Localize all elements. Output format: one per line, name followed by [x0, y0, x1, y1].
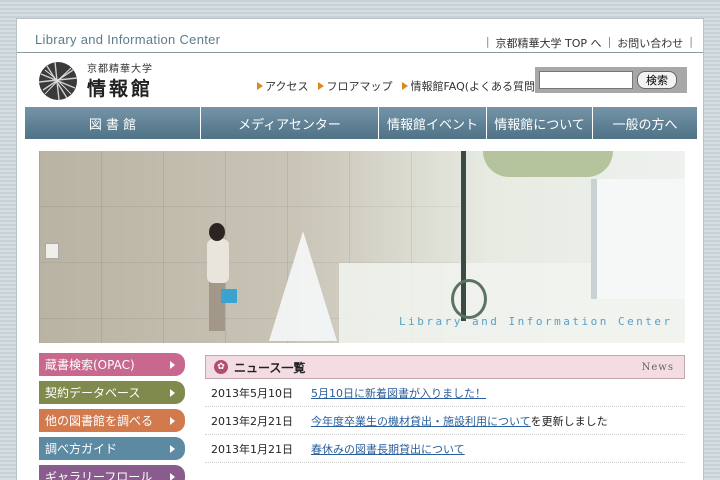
arrow-right-icon [170, 473, 175, 480]
sidebar: 蔵書検索(OPAC) 契約データベース 他の図書館を調べる 調べ方ガイド ギャラ… [39, 353, 185, 480]
arrow-right-icon [170, 417, 175, 425]
quicklink-floormap[interactable]: フロアマップ [318, 78, 392, 94]
arrow-right-icon [402, 82, 409, 90]
site-title: Library and Information Center [35, 32, 221, 47]
news-link[interactable]: 今年度卒業生の機材貸出・施設利用について [311, 413, 531, 429]
sidebar-item-opac[interactable]: 蔵書検索(OPAC) [39, 353, 185, 376]
news-en-label: News [641, 362, 674, 373]
arrow-right-icon [257, 82, 263, 90]
nav-item-about[interactable]: 情報館について [487, 107, 593, 139]
sidebar-item-research-guide[interactable]: 調べ方ガイド [39, 437, 185, 460]
contact-link[interactable]: お問い合わせ [617, 35, 683, 51]
quick-links: アクセス フロアマップ 情報館FAQ(よくある質問) [257, 78, 539, 94]
logo-university-name: 京都精華大学 [87, 64, 153, 75]
news-bullet-icon: ✿ [214, 360, 228, 374]
quicklink-faq[interactable]: 情報館FAQ(よくある質問) [402, 78, 539, 94]
arrow-right-icon [170, 361, 175, 369]
news-link[interactable]: 5月10日に新着図書が入りました！ [311, 385, 486, 401]
page: Library and Information Center | 京都精華大学 … [16, 18, 704, 480]
nav-item-media-center[interactable]: メディアセンター [201, 107, 379, 139]
nav-item-events[interactable]: 情報館イベント [379, 107, 487, 139]
news-suffix: を更新しました [530, 414, 608, 428]
hero-image: Library and Information Center [39, 151, 685, 343]
top-links: | 京都精華大学 TOP へ | お問い合わせ | [485, 35, 693, 51]
hero-caption: Library and Information Center [399, 315, 673, 328]
news-item: 2013年5月10日 5月10日に新着図書が入りました！ [205, 379, 685, 407]
news-section: ✿ ニュース一覧 News 2013年5月10日 5月10日に新着図書が入りまし… [205, 355, 685, 463]
news-header: ✿ ニュース一覧 News [205, 355, 685, 379]
search-input[interactable] [539, 71, 633, 89]
quicklink-access[interactable]: アクセス [257, 78, 308, 94]
nav-item-library[interactable]: 図 書 館 [25, 107, 201, 139]
sidebar-item-other-libraries[interactable]: 他の図書館を調べる [39, 409, 185, 432]
logo-title[interactable]: 情報館 [87, 74, 153, 101]
news-item: 2013年2月21日 今年度卒業生の機材貸出・施設利用について を更新しました [205, 407, 685, 435]
header: 京都精華大学 情報館 アクセス フロアマップ 情報館FAQ(よくある質問) 検索 [17, 54, 703, 106]
news-date: 2013年2月21日 [211, 414, 293, 428]
sidebar-item-databases[interactable]: 契約データベース [39, 381, 185, 404]
search-box: 検索 [535, 67, 687, 93]
sidebar-item-gallery[interactable]: ギャラリーフロール [39, 465, 185, 480]
arrow-right-icon [170, 445, 175, 453]
search-button[interactable]: 検索 [637, 71, 677, 89]
arrow-right-icon [170, 389, 175, 397]
logo-icon[interactable] [37, 60, 79, 102]
news-date: 2013年5月10日 [211, 386, 293, 400]
university-top-link[interactable]: 京都精華大学 TOP へ [496, 35, 602, 51]
news-title: ニュース一覧 [234, 360, 306, 375]
news-link[interactable]: 春休みの図書長期貸出について [311, 441, 465, 457]
news-item: 2013年1月21日 春休みの図書長期貸出について [205, 435, 685, 463]
main-nav: 図 書 館 メディアセンター 情報館イベント 情報館について 一般の方へ [25, 107, 697, 139]
nav-item-general-public[interactable]: 一般の方へ [593, 107, 697, 139]
news-date: 2013年1月21日 [211, 442, 293, 456]
arrow-right-icon [318, 82, 325, 90]
top-bar: Library and Information Center | 京都精華大学 … [17, 19, 703, 53]
